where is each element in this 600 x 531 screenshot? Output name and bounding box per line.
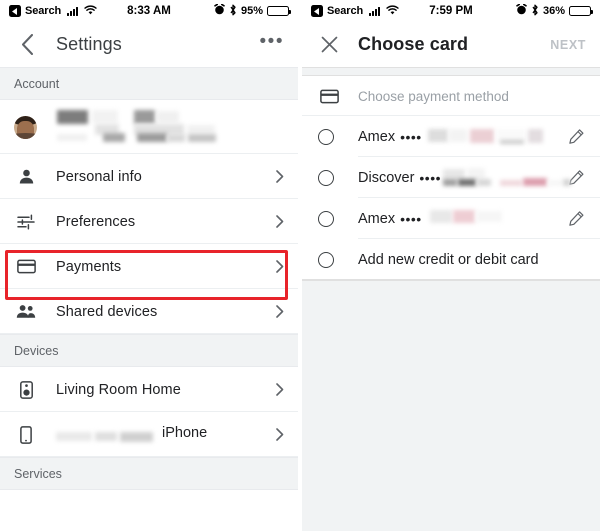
speaker-icon	[14, 378, 38, 402]
section-header-devices: Devices	[0, 334, 298, 367]
bluetooth-icon	[531, 4, 539, 19]
card-brand-label: Amex ••••	[358, 128, 422, 145]
people-icon	[14, 300, 38, 324]
account-profile-row[interactable]	[0, 100, 298, 154]
battery-percent-left: 95%	[240, 5, 263, 17]
chevron-right-icon	[276, 260, 284, 273]
battery-icon	[267, 6, 292, 16]
sliders-icon	[14, 210, 38, 234]
sidebar-item-label: Preferences	[56, 213, 136, 230]
sidebar-item-label: Living Room Home	[56, 381, 181, 398]
wifi-icon	[386, 4, 399, 18]
overflow-menu-icon[interactable]: •••	[260, 32, 284, 57]
chevron-right-icon	[276, 215, 284, 228]
status-bar-right: Search 7:59 PM 36%	[302, 0, 600, 22]
list-top-spacer	[302, 67, 600, 76]
page-title: Settings	[56, 34, 122, 54]
redacted-card-number	[424, 205, 569, 233]
avatar	[14, 115, 37, 139]
redacted-card-number	[424, 123, 569, 151]
settings-screen: Search 8:33 AM 95% Settings ••• Account …	[0, 0, 298, 531]
choose-card-nav-bar: Choose card NEXT	[302, 22, 600, 67]
choose-payment-method-header: Choose payment method	[302, 76, 600, 116]
sidebar-item-payments[interactable]: Payments	[0, 244, 298, 289]
wifi-icon	[84, 4, 97, 18]
pencil-icon[interactable]	[569, 211, 584, 226]
battery-percent-right: 36%	[542, 5, 565, 17]
section-header-account: Account	[0, 67, 298, 100]
redacted-account-name	[51, 107, 284, 147]
pencil-icon[interactable]	[569, 129, 584, 144]
card-option-row[interactable]: Amex ••••	[302, 116, 600, 157]
battery-icon	[569, 6, 594, 16]
back-chevron-icon[interactable]	[14, 32, 40, 58]
close-icon[interactable]	[316, 32, 342, 58]
sidebar-item-living-room-home[interactable]: Living Room Home	[0, 367, 298, 412]
pencil-icon[interactable]	[569, 170, 584, 185]
settings-nav-actions: •••	[260, 32, 284, 57]
redacted-card-number	[443, 164, 572, 192]
chevron-right-icon	[276, 170, 284, 183]
card-list-empty-area	[302, 280, 600, 531]
person-icon	[14, 165, 38, 189]
sidebar-item-label: Shared devices	[56, 303, 158, 320]
add-new-card-row[interactable]: Add new credit or debit card	[302, 239, 600, 280]
card-option-row[interactable]: Discover ••••	[302, 157, 600, 198]
status-bar-left-group: Search	[9, 4, 97, 18]
add-new-card-label: Add new credit or debit card	[358, 251, 539, 268]
sidebar-item-label: iPhone	[162, 424, 208, 441]
bluetooth-icon	[229, 4, 237, 19]
sidebar-item-preferences[interactable]: Preferences	[0, 199, 298, 244]
card-option-row[interactable]: Amex ••••	[302, 198, 600, 239]
card-brand-label: Amex ••••	[358, 210, 422, 227]
status-carrier-label: Search	[25, 5, 62, 17]
dual-phone-screenshot: Search 8:33 AM 95% Settings ••• Account …	[0, 0, 600, 531]
radio-button[interactable]	[318, 128, 334, 145]
alarm-icon	[516, 3, 527, 18]
choose-payment-method-label: Choose payment method	[358, 88, 509, 104]
section-header-services: Services	[0, 457, 298, 490]
settings-list-filler	[0, 490, 298, 531]
cellular-signal-icon	[369, 6, 381, 16]
settings-nav-bar: Settings •••	[0, 22, 298, 67]
phone-icon	[14, 423, 38, 447]
chevron-right-icon	[276, 383, 284, 396]
next-button[interactable]: NEXT	[550, 38, 586, 52]
page-title: Choose card	[358, 34, 469, 54]
sidebar-item-label: Personal info	[56, 168, 142, 185]
cellular-signal-icon	[67, 6, 79, 16]
sidebar-item-shared-devices[interactable]: Shared devices	[0, 289, 298, 334]
sidebar-item-iphone[interactable]: iPhone	[0, 412, 298, 457]
alarm-icon	[214, 3, 225, 18]
credit-card-icon	[318, 89, 340, 104]
status-bar-left-group: Search	[311, 4, 399, 18]
radio-button[interactable]	[318, 251, 334, 268]
radio-button[interactable]	[318, 210, 334, 227]
status-bar-left: Search 8:33 AM 95%	[0, 0, 298, 22]
status-carrier-label: Search	[327, 5, 364, 17]
sidebar-item-personal-info[interactable]: Personal info	[0, 154, 298, 199]
status-back-badge-icon[interactable]	[9, 5, 21, 17]
credit-card-icon	[14, 255, 38, 279]
sidebar-item-label: Payments	[56, 258, 122, 275]
iphone-row-content: iPhone	[56, 422, 276, 448]
radio-button[interactable]	[318, 169, 334, 186]
chevron-right-icon	[276, 428, 284, 441]
card-brand-label: Discover ••••	[358, 169, 442, 186]
status-bar-right-group: 95%	[214, 3, 292, 19]
settings-list: Account Personal info Preferences Paymen…	[0, 67, 298, 531]
chevron-right-icon	[276, 305, 284, 318]
status-back-badge-icon[interactable]	[311, 5, 323, 17]
choose-card-nav-actions: NEXT	[550, 38, 586, 52]
choose-card-screen: Search 7:59 PM 36% Choose card NEXT Choo…	[302, 0, 600, 531]
status-bar-right-group: 36%	[516, 3, 594, 19]
card-list: Choose payment method Amex •••• Discover…	[302, 67, 600, 531]
